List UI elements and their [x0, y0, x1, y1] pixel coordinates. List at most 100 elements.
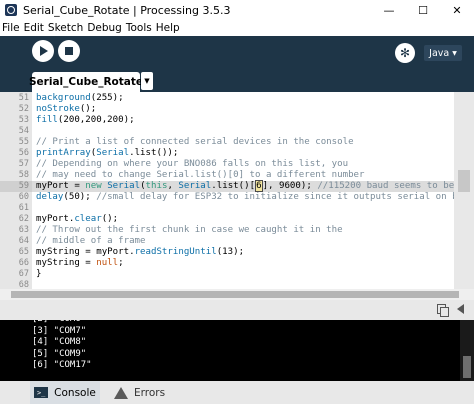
maximize-button[interactable]: ☐: [406, 0, 440, 20]
console-line: [3] "COM7": [32, 325, 87, 336]
code-token: // Print a list of connected serial devi…: [36, 136, 354, 147]
code-line[interactable]: [32, 203, 454, 214]
mode-selector[interactable]: Java ▼: [424, 45, 462, 61]
window-controls: — ☐ ✕: [372, 0, 474, 20]
code-token: .list()[: [211, 180, 256, 191]
code-text: myString = myPort.readStringUntil(13);: [36, 247, 244, 258]
line-number: 55: [18, 136, 29, 147]
code-line[interactable]: noStroke();: [32, 104, 454, 115]
editor-vertical-scroll-thumb[interactable]: [458, 170, 470, 192]
console-icon: >_: [34, 387, 49, 398]
close-button[interactable]: ✕: [440, 0, 474, 20]
code-text: delay(50); //small delay for ESP32 to in…: [36, 192, 454, 203]
code-token: myPort.: [36, 213, 75, 224]
tab-console[interactable]: >_ Console: [30, 381, 100, 404]
code-area[interactable]: background(255); noStroke(); fill(200,200,…: [32, 92, 454, 289]
code-token: myString =: [36, 257, 97, 268]
code-text: myPort.clear();: [36, 214, 118, 225]
line-number: 54: [18, 125, 29, 136]
code-text: myString = null;: [36, 258, 124, 269]
menu-sketch[interactable]: Sketch: [48, 22, 83, 34]
code-token: Serial: [178, 180, 212, 191]
code-line[interactable]: delay(50); //small delay for ESP32 to in…: [32, 192, 454, 203]
menu-debug[interactable]: Debug: [87, 22, 122, 34]
tab-serial-cube-rotate[interactable]: Serial_Cube_Rotate: [29, 72, 143, 92]
line-number: 63: [18, 224, 29, 235]
code-line[interactable]: myString = null;: [32, 258, 454, 269]
code-token: ,: [167, 180, 179, 191]
code-editor[interactable]: 51 52 53 54 55 56 57 58 59 60 61 62 63 64 65 66 67 68 bac…: [0, 92, 474, 290]
code-line[interactable]: }: [32, 269, 454, 280]
errors-tab-label: Errors: [134, 386, 166, 399]
code-line[interactable]: printArray(Serial.list());: [32, 148, 454, 159]
menu-file[interactable]: File: [2, 22, 20, 34]
tab-errors[interactable]: Errors: [110, 381, 165, 404]
code-token: (50);: [63, 191, 97, 202]
code-token: delay: [36, 191, 64, 202]
minimize-button[interactable]: —: [372, 0, 406, 20]
console-scrollbar[interactable]: [460, 320, 474, 381]
code-token: ();: [79, 103, 97, 114]
window-title: Serial_Cube_Rotate | Processing 3.5.3: [23, 3, 231, 17]
code-text: background(255);: [36, 93, 124, 104]
code-line[interactable]: [32, 126, 454, 137]
code-line[interactable]: // Print a list of connected serial devi…: [32, 137, 454, 148]
code-line[interactable]: // may need to change Serial.list()[0] t…: [32, 170, 454, 181]
code-line[interactable]: [32, 280, 454, 290]
line-number: 66: [18, 257, 29, 268]
line-number: 65: [18, 246, 29, 257]
line-number: 57: [18, 158, 29, 169]
editor-horizontal-scroll-thumb[interactable]: [11, 291, 459, 298]
code-token: clear: [74, 213, 102, 224]
code-line[interactable]: myPort.clear();: [32, 214, 454, 225]
console-output[interactable]: [6] "COM17" [5] "COM9" [4] "COM8" [3] "COM7…: [0, 320, 474, 381]
code-token: // middle of a frame: [36, 235, 146, 246]
editor-horizontal-scrollbar[interactable]: [0, 289, 474, 300]
console-header: [0, 300, 474, 320]
line-number: 56: [18, 147, 29, 158]
copy-icon[interactable]: [437, 304, 449, 317]
code-token: ();: [101, 213, 119, 224]
debugger-icon: ✻: [399, 46, 411, 60]
code-text: // Depending on where your BNO086 falls …: [36, 159, 348, 170]
code-token: printArray: [36, 147, 91, 158]
run-button[interactable]: [32, 40, 54, 62]
menu-edit[interactable]: Edit: [24, 22, 44, 34]
code-token: // Throw out the first chunk in case we …: [36, 224, 343, 235]
editor-vertical-scrollbar[interactable]: [454, 92, 474, 289]
line-number: 59: [18, 180, 29, 191]
code-token: new: [85, 180, 102, 191]
code-text: // Print a list of connected serial devi…: [36, 137, 354, 148]
code-token: background: [36, 92, 91, 103]
code-line[interactable]: // middle of a frame: [32, 236, 454, 247]
code-token: ], 9600);: [262, 180, 318, 191]
code-line[interactable]: // Throw out the first chunk in case we …: [32, 225, 454, 236]
line-number: 53: [18, 114, 29, 125]
debugger-button[interactable]: ✻: [395, 43, 415, 63]
code-token: (13);: [216, 246, 245, 257]
play-icon: [40, 46, 48, 56]
menu-help[interactable]: Help: [156, 22, 180, 34]
code-line[interactable]: // Depending on where your BNO086 falls …: [32, 159, 454, 170]
code-token: this: [145, 180, 168, 191]
console-tab-label: Console: [54, 386, 96, 399]
line-number: 51: [18, 92, 29, 103]
console-scroll-thumb[interactable]: [463, 356, 471, 378]
code-line[interactable]: fill(200,200,200);: [32, 115, 454, 126]
code-token: // Depending on where your BNO086 falls …: [36, 158, 349, 169]
stop-button[interactable]: [58, 40, 80, 62]
collapse-console-icon[interactable]: [457, 304, 464, 314]
menu-tools[interactable]: Tools: [126, 22, 152, 34]
code-line[interactable]: myString = myPort.readStringUntil(13);: [32, 247, 454, 258]
code-text: // middle of a frame: [36, 236, 146, 247]
line-number: 61: [18, 202, 29, 213]
code-line[interactable]: background(255);: [32, 93, 454, 104]
code-line[interactable]: myPort = new Serial(this, Serial.list()[…: [32, 179, 454, 192]
matched-bracket-token: 6: [255, 179, 263, 192]
title-bar: Serial_Cube_Rotate | Processing 3.5.3 — …: [0, 0, 474, 20]
code-text: // Throw out the first chunk in case we …: [36, 225, 343, 236]
tab-menu-button[interactable]: ▼: [141, 72, 153, 90]
code-token: Serial: [96, 147, 130, 158]
code-token: myPort =: [36, 180, 86, 191]
menu-bar: File Edit Sketch Debug Tools Help: [0, 20, 474, 36]
